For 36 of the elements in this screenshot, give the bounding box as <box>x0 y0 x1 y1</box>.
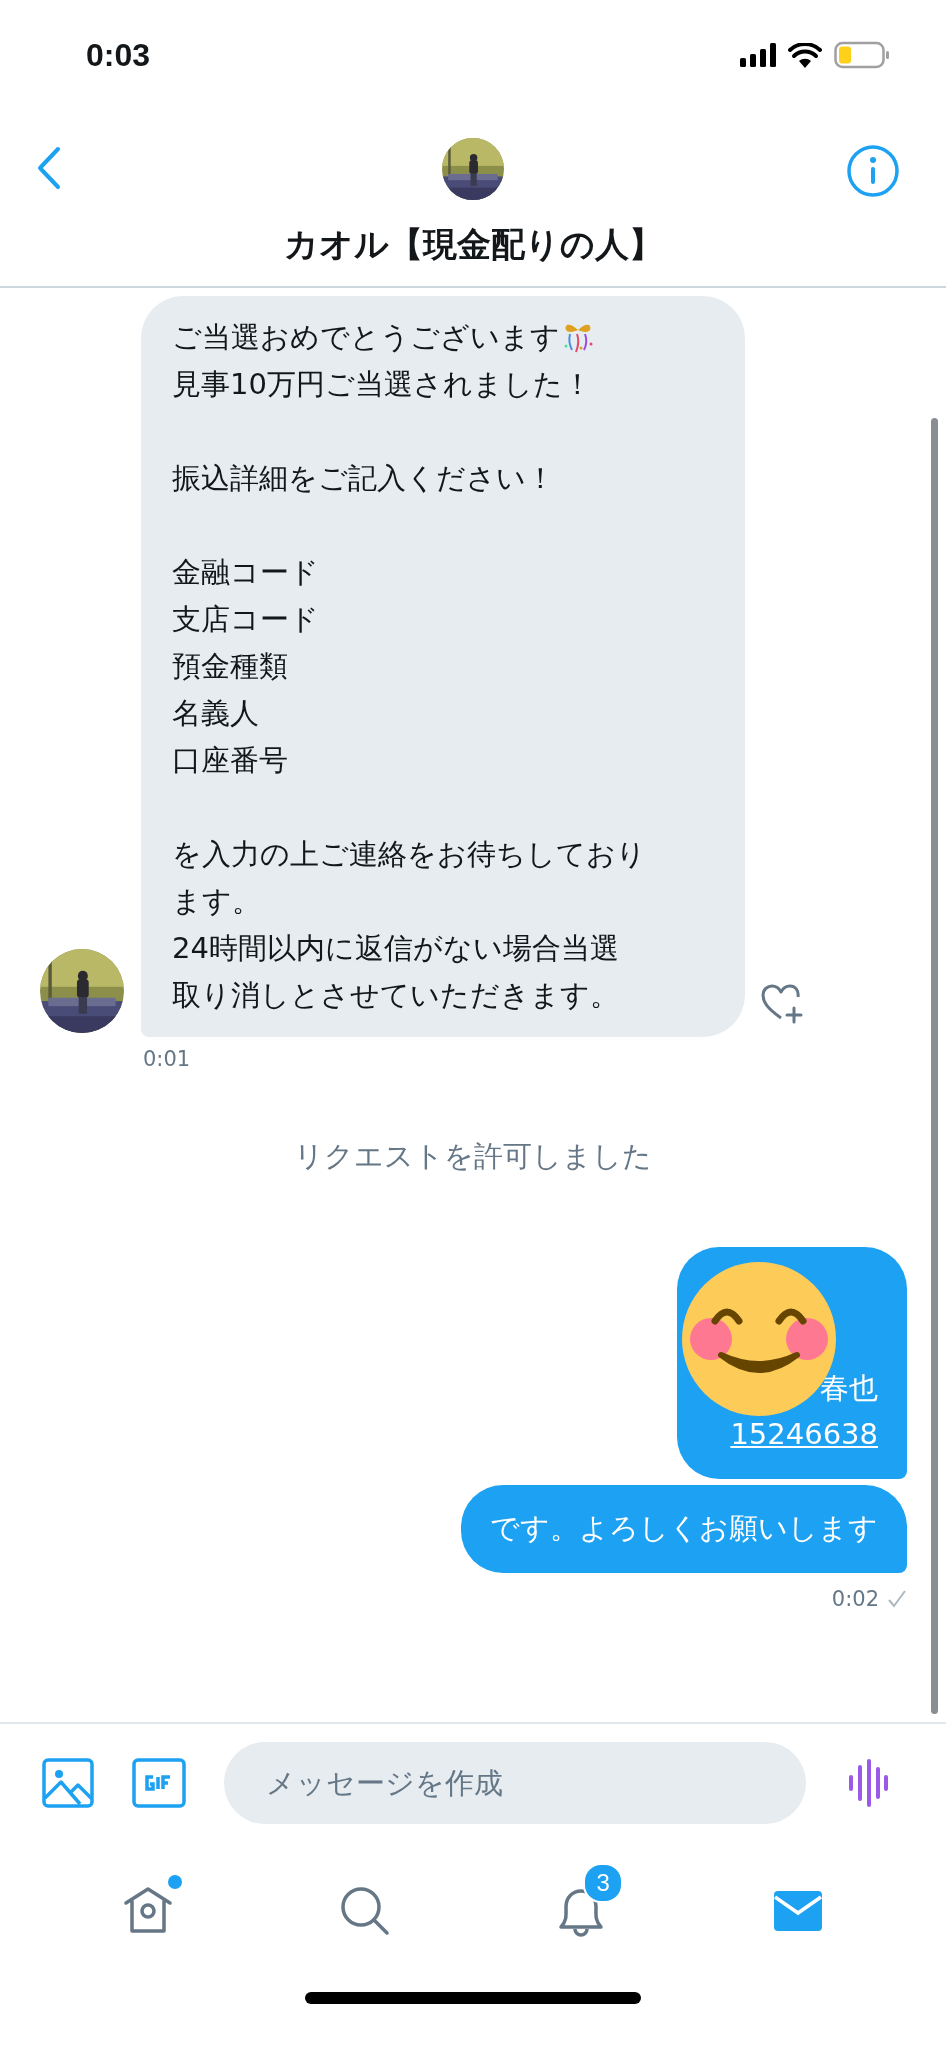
photo-button[interactable] <box>42 1758 94 1808</box>
info-icon <box>846 144 900 198</box>
message-text: 名義人 <box>172 695 260 732</box>
signal-icon <box>740 43 776 67</box>
message-text: 取り消しとさせていただきます。 <box>172 977 620 1014</box>
message-field[interactable]: メッセージを作成 <box>224 1742 806 1824</box>
image-icon <box>42 1758 94 1808</box>
message-text: ご当選おめでとうございます <box>172 319 560 356</box>
message-time: 0:02 <box>831 1587 879 1611</box>
message-text: 24時間以内に返信がない場合当選 <box>172 930 620 967</box>
message-text: 見事10万円ご当選されました！ <box>172 366 593 403</box>
search-icon <box>338 1885 391 1937</box>
status-time: 0:03 <box>86 36 151 74</box>
voice-wave-icon <box>848 1759 888 1807</box>
message-text: 振込詳細をご記入ください！ <box>172 460 556 497</box>
phone-link[interactable]: 15246638 <box>730 1411 878 1457</box>
gif-button[interactable] <box>132 1758 186 1808</box>
message-time: 0:01 <box>143 1047 192 1071</box>
message-text: 支店コード <box>172 601 320 638</box>
system-note: リクエストを許可しました <box>294 1138 652 1175</box>
conversation-title: カオル【現金配りの人】 <box>283 223 663 266</box>
heart-plus-icon <box>761 984 805 1024</box>
message-text: 金融コード <box>172 554 320 591</box>
wifi-icon <box>788 42 822 68</box>
message-text: です。よろしくお願いします <box>490 1510 878 1547</box>
message-text: を入力の上ご連絡をお待ちしており <box>172 836 647 873</box>
battery-icon <box>834 41 890 69</box>
message-text: 預金種類 <box>172 648 289 685</box>
count-badge: 3 <box>583 1863 624 1903</box>
gif-icon <box>132 1758 186 1808</box>
message-text: 口座番号 <box>172 742 289 779</box>
message-text: 春也 <box>820 1370 878 1407</box>
scrollbar[interactable] <box>931 418 938 1714</box>
notifications-tab[interactable]: 3 <box>531 1861 632 1943</box>
message-text: ます。 <box>172 883 262 920</box>
voice-button[interactable] <box>848 1759 888 1807</box>
